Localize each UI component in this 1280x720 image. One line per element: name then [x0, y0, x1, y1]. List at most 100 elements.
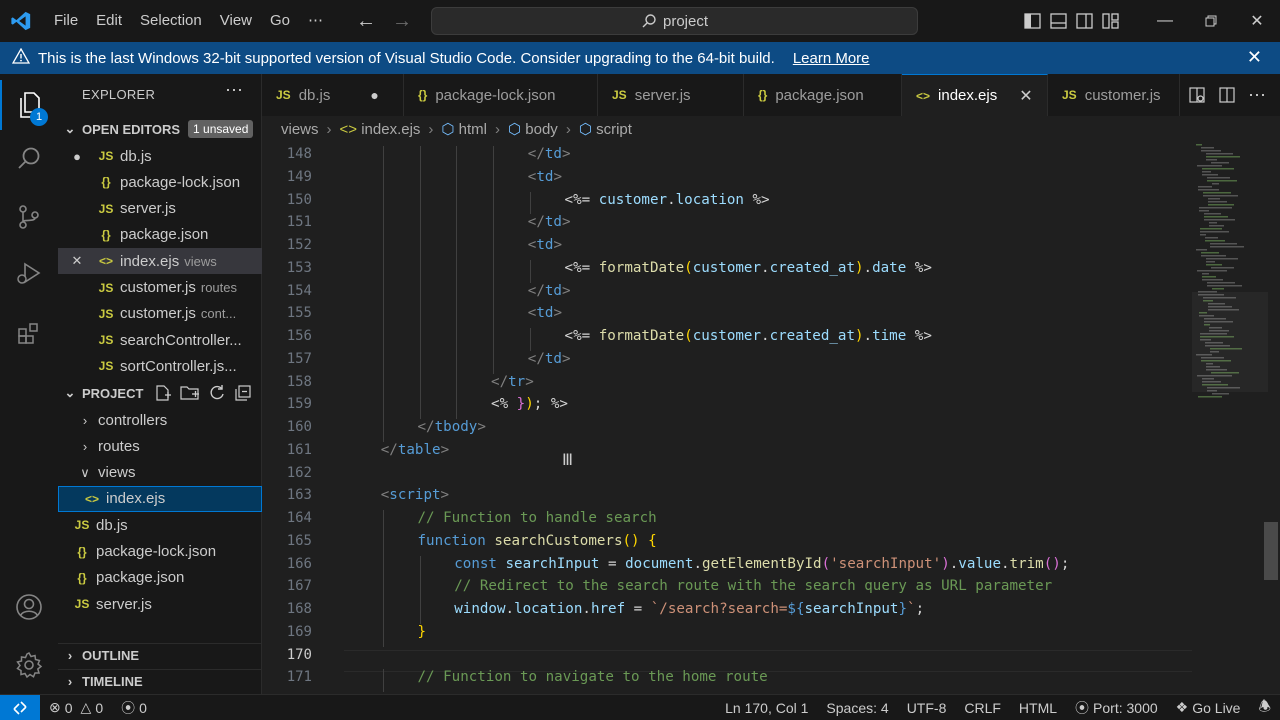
timeline-header[interactable]: › TIMELINE	[58, 669, 262, 693]
line-number: 154	[286, 282, 312, 299]
open-editor-item[interactable]: ✕ <> index.ejs views	[58, 248, 262, 275]
breadcrumb-item[interactable]: ⬡ body	[508, 120, 558, 138]
tab-customer-js[interactable]: JS customer.js	[1048, 74, 1180, 116]
file-item[interactable]: JS db.js	[58, 512, 262, 538]
breadcrumb-item[interactable]: ⬡ html	[441, 120, 487, 138]
go-live-button[interactable]: ❖ Go Live	[1167, 699, 1250, 716]
menu-edit[interactable]: Edit	[87, 0, 131, 42]
indent-guide	[419, 168, 421, 192]
problems-status[interactable]: ⊗ 0 △ 0	[40, 699, 112, 716]
refresh-icon[interactable]	[208, 384, 226, 402]
back-arrow-icon[interactable]: ←	[348, 10, 384, 33]
folder-item[interactable]: ∨ views	[58, 460, 262, 486]
menu-more[interactable]: ⋯	[299, 0, 332, 42]
code-token: ; %>	[533, 396, 568, 413]
open-editor-item[interactable]: JS customer.js routes	[58, 275, 262, 301]
breadcrumb-item[interactable]: views	[281, 121, 319, 138]
minimap[interactable]	[1192, 142, 1268, 694]
code-token: %>	[743, 191, 770, 208]
open-editors-header[interactable]: ⌄ OPEN EDITORS 1 unsaved	[58, 117, 262, 141]
file-item[interactable]: JS server.js	[58, 591, 262, 617]
file-item[interactable]: <> index.ejs	[58, 485, 262, 512]
command-center-search[interactable]: project	[431, 7, 918, 35]
menu-selection[interactable]: Selection	[131, 0, 211, 42]
explorer-icon[interactable]: 1	[0, 80, 58, 130]
more-actions-icon[interactable]: ⋯	[225, 80, 243, 101]
tab-server-js[interactable]: JS server.js	[598, 74, 744, 116]
new-file-icon[interactable]	[154, 384, 172, 402]
unsaved-dot-icon[interactable]: ●	[370, 87, 378, 103]
open-editor-item[interactable]: {} package.json	[58, 222, 262, 248]
search-view-icon[interactable]	[0, 134, 58, 184]
port-status[interactable]: ⦿ Port: 3000	[1066, 698, 1167, 718]
status-bar: ⊗ 0 △ 0 ⦿ 0 Ln 170, Col 1 Spaces: 4 UTF-8 C…	[0, 694, 1280, 720]
code-token: }	[417, 623, 427, 640]
remote-indicator-icon[interactable]	[0, 694, 40, 720]
close-window-icon[interactable]: ✕	[1234, 0, 1280, 42]
new-folder-icon[interactable]	[180, 384, 200, 402]
encoding[interactable]: UTF-8	[898, 700, 956, 716]
chevron-right-icon: ›	[326, 120, 332, 138]
breadcrumb-item[interactable]: ⬡ script	[579, 120, 632, 138]
toggle-secondary-sidebar-icon[interactable]	[1071, 0, 1097, 42]
open-editor-item[interactable]: JS searchController...	[58, 327, 262, 353]
tab-index-ejs[interactable]: <> index.ejs ✕	[902, 74, 1048, 116]
code-line: // Redirect to the search route with the…	[454, 578, 1052, 594]
notifications-bell-icon[interactable]: 🕭	[1249, 696, 1280, 720]
vertical-scrollbar[interactable]	[1264, 522, 1278, 580]
source-control-icon[interactable]	[0, 192, 58, 242]
toggle-primary-sidebar-icon[interactable]	[1019, 0, 1045, 42]
run-debug-icon[interactable]	[0, 248, 58, 298]
more-editor-actions-icon[interactable]: ⋯	[1248, 85, 1266, 106]
accounts-icon[interactable]	[0, 582, 58, 632]
tab-package-lock-json[interactable]: {} package-lock.json	[404, 74, 598, 116]
outline-header[interactable]: › OUTLINE	[58, 643, 262, 667]
js-file-icon: JS	[98, 359, 114, 374]
extensions-icon[interactable]	[0, 308, 58, 358]
close-banner-icon[interactable]: ✕	[1247, 47, 1262, 68]
open-editor-item[interactable]: JS server.js	[58, 196, 262, 222]
split-editor-icon[interactable]	[1218, 86, 1236, 104]
collapse-all-icon[interactable]	[234, 384, 252, 402]
tree-item-name: index.ejs	[106, 490, 166, 508]
open-editor-item[interactable]: JS customer.js cont...	[58, 301, 262, 327]
folder-item[interactable]: › routes	[58, 433, 262, 459]
folder-item[interactable]: › controllers	[58, 407, 262, 433]
open-editor-item[interactable]: ● JS db.js	[58, 143, 262, 169]
ejs-file-icon: <>	[916, 88, 931, 103]
open-editor-item[interactable]: {} package-lock.json	[58, 169, 262, 195]
settings-gear-icon[interactable]	[0, 640, 58, 690]
close-editor-icon[interactable]: ✕	[58, 253, 96, 269]
breadcrumb-item[interactable]: <> index.ejs	[340, 121, 421, 138]
open-preview-icon[interactable]	[1188, 86, 1206, 104]
minimize-icon[interactable]: —	[1142, 0, 1188, 42]
customize-layout-icon[interactable]	[1097, 0, 1123, 42]
indentation[interactable]: Spaces: 4	[817, 700, 897, 716]
code-token: 'searchInput'	[830, 555, 942, 572]
cursor-position[interactable]: Ln 170, Col 1	[716, 700, 817, 716]
menu-file[interactable]: File	[45, 0, 87, 42]
learn-more-link[interactable]: Learn More	[793, 50, 870, 67]
open-editor-item[interactable]: JS sortController.js...	[58, 353, 262, 379]
file-item[interactable]: {} package.json	[58, 565, 262, 591]
code-editor[interactable]: 148 149 150 151 152 153 154 155 156 157 158 159 160 1…	[262, 142, 1280, 694]
close-tab-icon[interactable]: ✕	[1019, 86, 1032, 106]
code-token: .	[505, 601, 515, 617]
menu-view[interactable]: View	[211, 0, 261, 42]
toggle-panel-icon[interactable]	[1045, 0, 1071, 42]
menu-go[interactable]: Go	[261, 0, 299, 42]
tab-package-json[interactable]: {} package.json	[744, 74, 902, 116]
ports-status[interactable]: ⦿ 0	[112, 698, 156, 718]
indent-guide	[493, 168, 495, 192]
code-line: </table>	[381, 442, 449, 458]
project-header[interactable]: ⌄ PROJECT	[58, 381, 262, 405]
forward-arrow-icon[interactable]: →	[384, 10, 420, 33]
line-ending[interactable]: CRLF	[955, 700, 1010, 716]
language-mode[interactable]: HTML	[1010, 700, 1066, 716]
port-icon: ⦿	[1075, 699, 1090, 716]
restore-icon[interactable]	[1188, 0, 1234, 42]
chevron-right-icon: ›	[495, 120, 501, 138]
tab-db-js[interactable]: JS db.js ●	[262, 74, 404, 116]
file-item[interactable]: {} package-lock.json	[58, 539, 262, 565]
line-number: 161	[286, 441, 312, 458]
